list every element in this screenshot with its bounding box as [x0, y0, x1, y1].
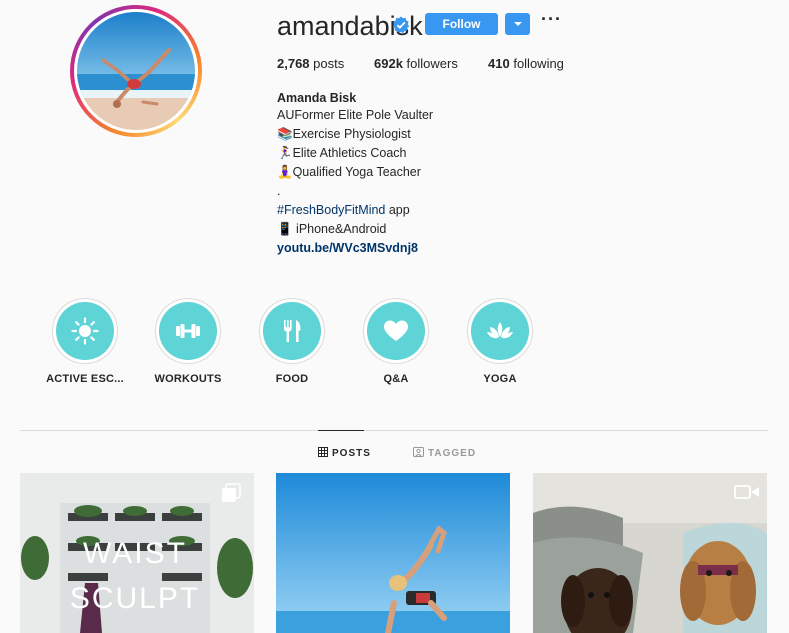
- post-overlay-text: SCULPT: [70, 582, 200, 615]
- bio-website-link[interactable]: youtu.be/WVc3MSvdnj8: [277, 239, 418, 258]
- follow-button[interactable]: Follow: [425, 13, 498, 35]
- sun-icon: [71, 317, 99, 345]
- bio-text: app: [385, 203, 410, 217]
- bio-line: 📱 iPhone&Android: [277, 222, 387, 236]
- bio-hashtag-link[interactable]: #FreshBodyFitMind: [277, 203, 385, 217]
- followers-stat[interactable]: 692k followers: [374, 56, 458, 72]
- bio-line: 🏃‍♀️Elite Athletics Coach: [277, 146, 407, 160]
- highlight-label: ACTIVE ESC...: [46, 373, 124, 385]
- bio-line: .: [277, 184, 281, 198]
- lotus-icon: [487, 322, 513, 339]
- bio-line: 🧘‍♀️Qualified Yoga Teacher: [277, 165, 421, 179]
- tag-icon: [413, 447, 424, 457]
- posts-count: 2,768: [277, 56, 310, 71]
- tab-tagged-label: TAGGED: [428, 448, 477, 459]
- profile-avatar[interactable]: [70, 5, 202, 137]
- posts-label: posts: [313, 56, 345, 71]
- post-thumbnail[interactable]: WAIST SCULPT: [20, 473, 254, 633]
- highlight-workouts[interactable]: WORKOUTS: [143, 298, 233, 385]
- post-image: [276, 473, 510, 633]
- followers-label: followers: [406, 56, 458, 71]
- highlight-yoga[interactable]: YOGA: [455, 298, 545, 385]
- post-overlay-text: WAIST: [83, 537, 187, 570]
- fork-knife-icon: [284, 320, 301, 342]
- following-label: following: [513, 56, 564, 71]
- highlight-label: Q&A: [383, 373, 409, 385]
- chevron-down-icon: [514, 22, 522, 26]
- following-stat[interactable]: 410 following: [488, 56, 564, 72]
- bio-line: #FreshBodyFitMind app: [277, 201, 410, 220]
- bio-line: AUFormer Elite Pole Vaulter: [277, 108, 434, 122]
- active-tab-indicator: [318, 430, 364, 431]
- avatar-photo: [77, 12, 195, 130]
- tabs-divider: [20, 430, 768, 431]
- post-thumbnail[interactable]: [276, 473, 510, 633]
- posts-stat: 2,768 posts: [277, 56, 344, 72]
- tab-posts[interactable]: POSTS: [318, 447, 371, 459]
- tab-posts-label: POSTS: [332, 448, 371, 459]
- highlight-label: WORKOUTS: [154, 373, 222, 385]
- grid-icon: [318, 447, 328, 457]
- bio-line: 📚Exercise Physiologist: [277, 127, 411, 141]
- verified-badge-icon: [392, 16, 410, 34]
- post-image: [533, 473, 767, 633]
- more-options-icon[interactable]: ···: [541, 9, 562, 30]
- dumbbell-icon: [176, 324, 200, 338]
- heart-icon: [384, 320, 408, 341]
- highlight-food[interactable]: FOOD: [247, 298, 337, 385]
- highlight-label: FOOD: [275, 373, 309, 385]
- highlight-qa[interactable]: Q&A: [351, 298, 441, 385]
- highlight-label: YOGA: [483, 373, 517, 385]
- highlight-active-escapes[interactable]: ACTIVE ESC...: [40, 298, 130, 385]
- followers-count: 692k: [374, 56, 403, 71]
- suggested-dropdown-button[interactable]: [505, 13, 530, 35]
- following-count: 410: [488, 56, 510, 71]
- post-image: WAIST SCULPT: [20, 473, 254, 633]
- post-thumbnail[interactable]: [533, 473, 767, 633]
- tab-tagged[interactable]: TAGGED: [413, 447, 476, 459]
